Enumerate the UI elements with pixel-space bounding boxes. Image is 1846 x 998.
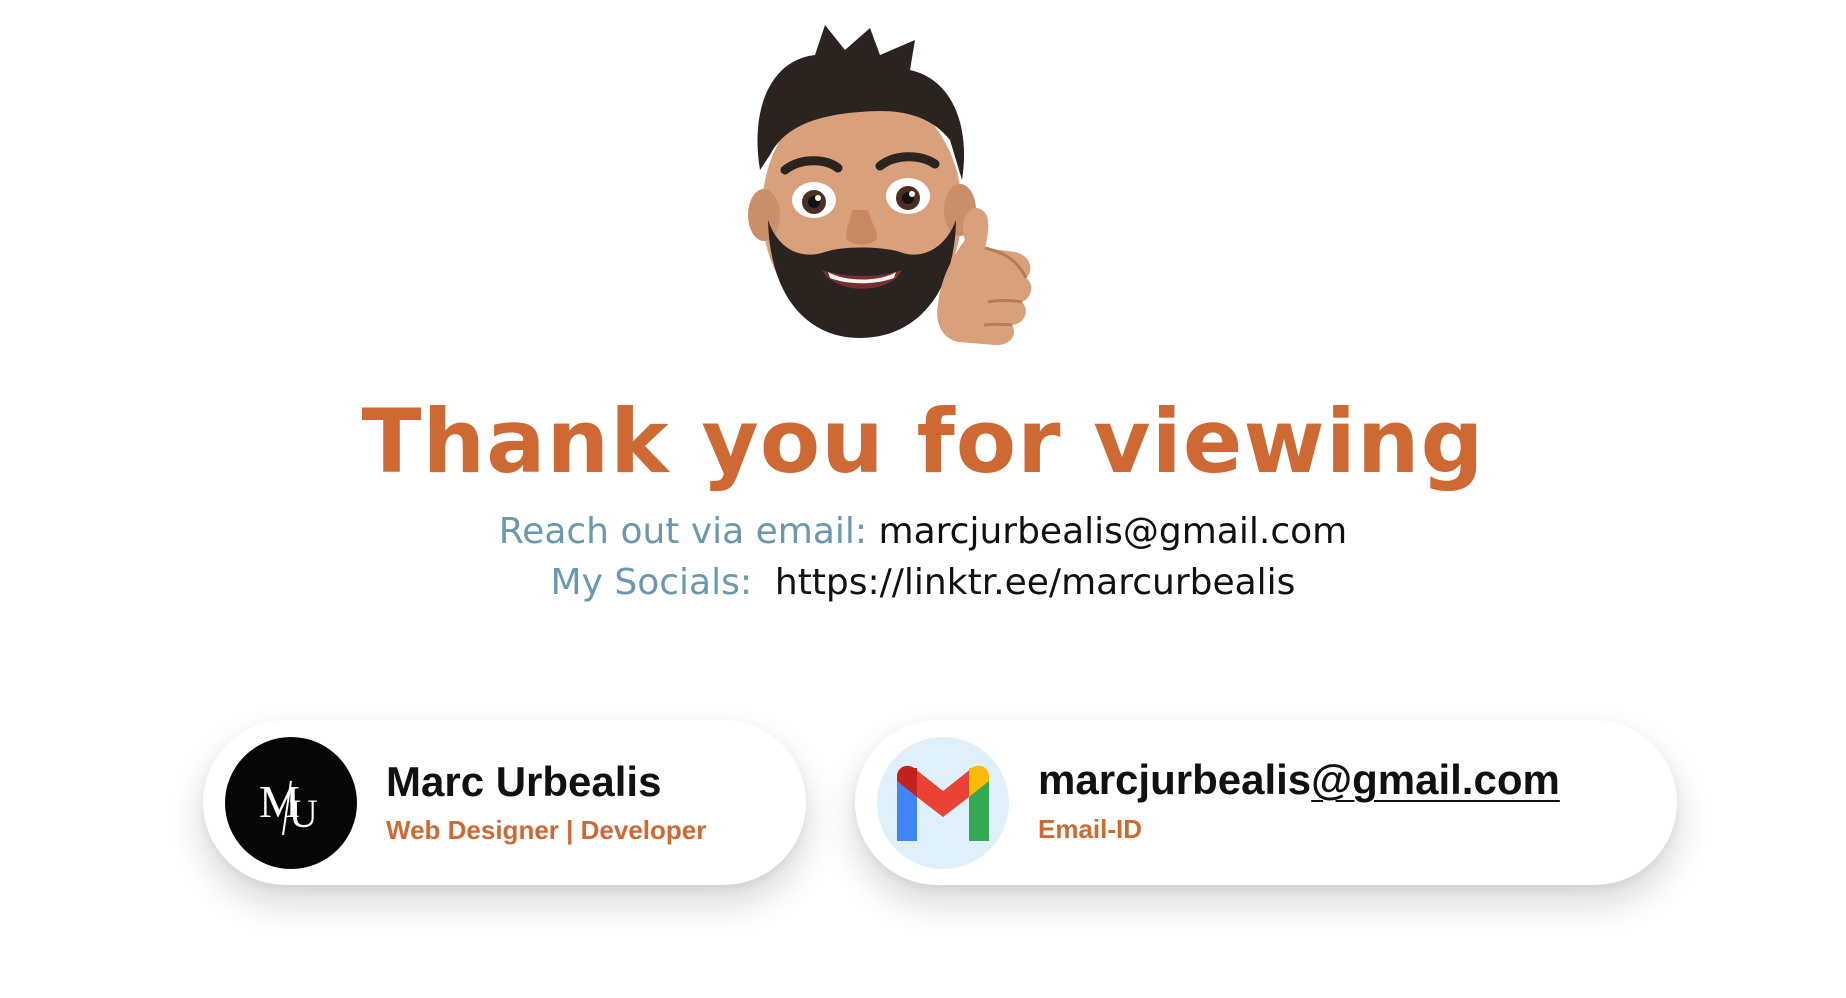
svg-text:U: U bbox=[289, 791, 318, 836]
profile-role: Web Designer | Developer bbox=[386, 815, 707, 845]
socials-link[interactable]: https://linktr.ee/marcurbealis bbox=[775, 562, 1296, 603]
email-contact-line: Reach out via email: marcjurbealis@gmail… bbox=[0, 510, 1846, 553]
email-label: Reach out via email: bbox=[498, 511, 868, 552]
email-card-label: Email-ID bbox=[1038, 814, 1143, 844]
email-link[interactable]: marcjurbealis@gmail.com bbox=[879, 511, 1348, 552]
socials-contact-line: My Socials: https://linktr.ee/marcurbeal… bbox=[0, 561, 1846, 604]
gmail-icon bbox=[877, 737, 1009, 869]
profile-card[interactable]: M U Marc Urbealis Web Designer | Develop… bbox=[203, 720, 806, 885]
memoji-thumbs-up-icon bbox=[730, 20, 1060, 360]
page-title: Thank you for viewing bbox=[361, 390, 1485, 493]
email-user: marcjurbealis bbox=[1038, 756, 1312, 803]
email-card[interactable]: marcjurbealis@gmail.com Email-ID bbox=[855, 720, 1677, 885]
mu-logo-icon: M U bbox=[225, 737, 357, 869]
socials-label: My Socials: bbox=[550, 562, 752, 603]
email-address[interactable]: marcjurbealis@gmail.com bbox=[1038, 756, 1560, 804]
email-domain: @gmail.com bbox=[1311, 756, 1560, 803]
profile-name: Marc Urbealis bbox=[386, 758, 662, 805]
